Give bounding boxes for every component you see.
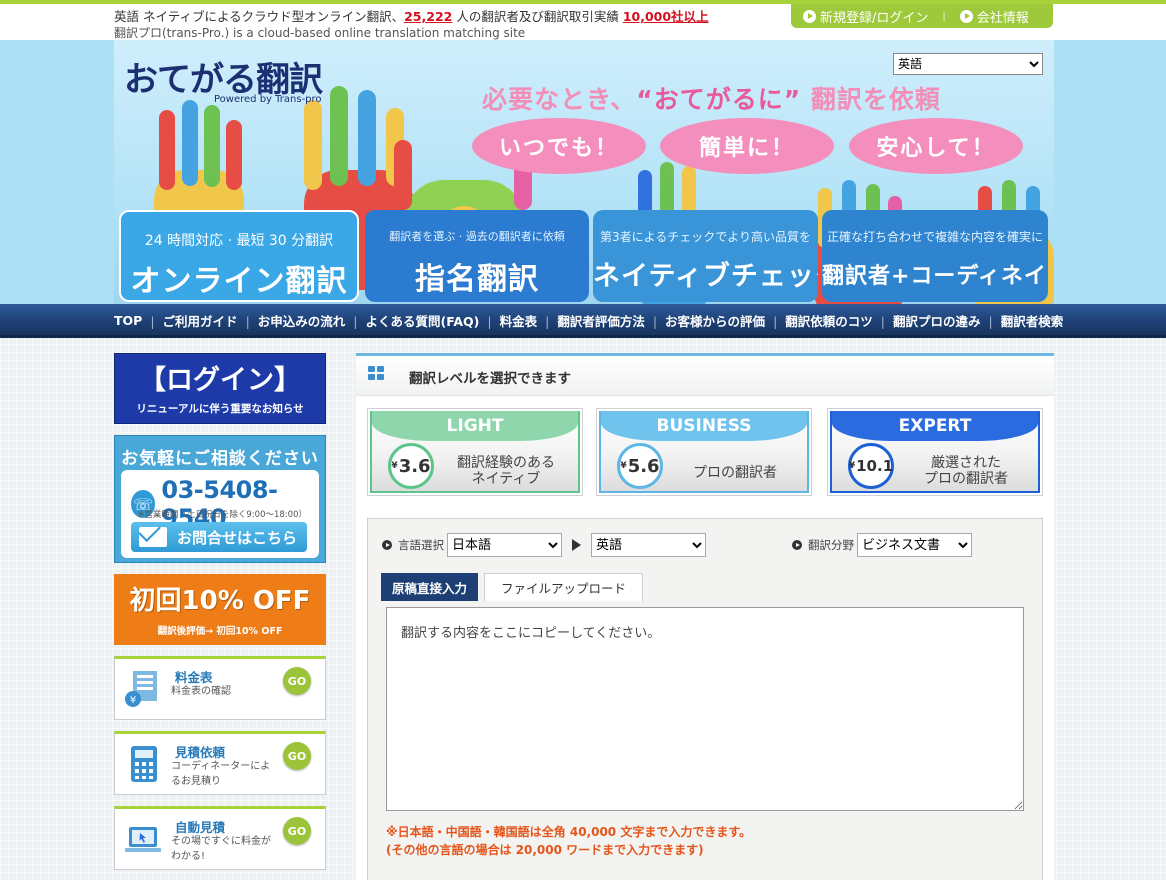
first-order-discount-banner[interactable]: 初回10% OFF 翻訳後評価→ 初回10% OFF [114, 574, 326, 645]
panel-title: 翻訳レベルを選択できます [409, 371, 571, 387]
nav-top[interactable]: TOP [114, 313, 142, 328]
translator-count[interactable]: 25,222 [404, 9, 452, 24]
bullet-arrow-icon [382, 540, 392, 550]
nav-evaluation[interactable]: 翻訳者評価方法 [537, 311, 645, 330]
go-button[interactable]: GO [283, 817, 311, 845]
business-hours: ※営業時間（土日祝日を除く9:00～18:00） [137, 510, 307, 520]
level-light-card[interactable]: LIGHT ¥3.6 翻訳経験のある ネイティブ [367, 408, 583, 496]
top-links: 新規登録/ログイン | 会社情報 [791, 4, 1053, 28]
sidebar-box-pricing[interactable]: ¥ 料金表 料金表の確認 GO [114, 656, 326, 720]
calculator-icon [131, 746, 157, 782]
service-nominated-translation[interactable]: 翻訳者を選ぶ · 過去の翻訳者に依頼 指名翻訳 [365, 210, 589, 302]
register-login-link[interactable]: 新規登録/ログイン [803, 7, 928, 26]
nav-tips[interactable]: 翻訳依頼のコツ [765, 311, 873, 330]
input-tabs: 原稿直接入力 ファイルアップロード [381, 573, 644, 601]
level-name: EXPERT [832, 411, 1038, 441]
field-select-label: 翻訳分野 [792, 537, 854, 553]
price-list-icon: ¥ [125, 671, 157, 707]
divider: | [942, 10, 946, 22]
sidebar-box-auto-estimate[interactable]: 自動見積 その場ですぐに料金がわかる! GO [114, 806, 326, 870]
tab-file-upload[interactable]: ファイルアップロード [484, 573, 644, 601]
level-expert-card[interactable]: EXPERT ¥10.1 厳選された プロの翻訳者 [827, 408, 1043, 496]
site-description: 翻訳プロ(trans-Pro.) is a cloud-based online… [114, 26, 526, 40]
price-coin: ¥3.6 [388, 443, 434, 489]
translation-form: 言語選択 日本語 英語 翻訳分野 ビジネス文書 原稿直接入力 ファイルアップロー… [367, 518, 1043, 880]
arrow-right-icon [572, 539, 581, 551]
contact-button[interactable]: お問合せはこちら [131, 522, 307, 552]
level-name: BUSINESS [601, 411, 807, 441]
level-business-card[interactable]: BUSINESS ¥5.6 プロの翻訳者 [596, 408, 812, 496]
company-info-link[interactable]: 会社情報 [959, 7, 1029, 26]
price-coin: ¥5.6 [617, 443, 663, 489]
grid-icon [368, 366, 385, 380]
target-language-select[interactable]: 英語 [591, 533, 706, 557]
hero-inner: おてがる翻訳 Powered by Trans-pro 英語 必要なとき、“おて… [114, 40, 1054, 304]
nav-pricing[interactable]: 料金表 [479, 311, 538, 330]
input-limit-note: ※日本語・中国語・韓国語は全角 40,000 文字まで入力できます。 (その他の… [386, 825, 752, 857]
source-language-select[interactable]: 日本語 [447, 533, 562, 557]
global-nav: TOP ご利用ガイド お申込みの流れ よくある質問(FAQ) 料金表 翻訳者評価… [0, 304, 1166, 338]
nav-reviews[interactable]: お客様からの評価 [645, 311, 765, 330]
site-logo[interactable]: おてがる翻訳 Powered by Trans-pro [124, 52, 323, 105]
pill-secure: 安心して！ [849, 118, 1023, 174]
nav-guide[interactable]: ご利用ガイド [142, 311, 238, 330]
company-count[interactable]: 10,000社以上 [623, 9, 709, 24]
sidebar: 【ログイン】 リニューアルに伴う重要なお知らせ お気軽にご相談ください ☏ 03… [114, 353, 326, 870]
level-description: 厳選された プロの翻訳者 [924, 455, 1008, 488]
bullet-arrow-icon [792, 540, 802, 550]
price-coin: ¥10.1 [848, 443, 894, 489]
nav-flow[interactable]: お申込みの流れ [238, 311, 346, 330]
site-language-select[interactable]: 英語 [893, 53, 1043, 75]
nav-translator-search[interactable]: 翻訳者検索 [981, 311, 1064, 330]
tab-direct-input[interactable]: 原稿直接入力 [381, 573, 479, 601]
pill-anytime: いつでも！ [472, 118, 646, 174]
svg-text:¥: ¥ [130, 695, 136, 706]
go-button[interactable]: GO [283, 667, 311, 695]
panel-header: 翻訳レベルを選択できます [356, 356, 1054, 396]
pill-easy: 簡単に！ [660, 118, 834, 174]
service-online-translation[interactable]: 24 時間対応 · 最短 30 分翻訳 オンライン翻訳 [119, 210, 359, 302]
go-button[interactable]: GO [283, 742, 311, 770]
level-description: 翻訳経験のある ネイティブ [457, 455, 555, 488]
hero-banner: おてがる翻訳 Powered by Trans-pro 英語 必要なとき、“おて… [0, 40, 1166, 304]
service-coordinate[interactable]: 正確な打ち合わせで複雑な内容を確実に 翻訳者+コーディネイト [822, 210, 1048, 302]
arrow-circle-icon [803, 9, 816, 23]
login-banner[interactable]: 【ログイン】 リニューアルに伴う重要なお知らせ [114, 353, 326, 424]
mail-icon [139, 527, 167, 547]
contact-banner: お気軽にご相談ください ☏ 03-5408-9540 ※営業時間（土日祝日を除く… [114, 435, 326, 563]
tagline-text-mid: 人の翻訳者及び翻訳取引実績 [452, 9, 623, 24]
translation-field-select[interactable]: ビジネス文書 [857, 533, 972, 557]
contact-panel: ☏ 03-5408-9540 ※営業時間（土日祝日を除く9:00～18:00） … [121, 470, 319, 558]
nav-faq[interactable]: よくある質問(FAQ) [345, 311, 480, 330]
sidebar-box-estimate-request[interactable]: 見積依頼 コーディネーターによるお見積り GO [114, 731, 326, 795]
catch-copy: 必要なとき、“おてがるに” 翻訳を依頼 [482, 85, 941, 114]
level-card-inner: LIGHT ¥3.6 翻訳経験のある ネイティブ [370, 411, 580, 493]
nav-difference[interactable]: 翻訳プロの違み [873, 311, 981, 330]
service-native-check[interactable]: 第3者によるチェックでより高い品質を ネイティブチェック [593, 210, 818, 302]
level-card-inner: EXPERT ¥10.1 厳選された プロの翻訳者 [830, 411, 1040, 493]
language-select-label: 言語選択 [382, 537, 444, 553]
laptop-icon [125, 827, 161, 852]
main-panel: 翻訳レベルを選択できます LIGHT ¥3.6 翻訳経験のある ネイティブ BUS… [356, 353, 1054, 880]
level-name: LIGHT [372, 411, 578, 441]
arrow-circle-icon [959, 9, 973, 23]
tagline-text: 英語 ネイティブによるクラウド型オンライン翻訳、 [114, 9, 405, 24]
top-bar: 英語 ネイティブによるクラウド型オンライン翻訳、25,222 人の翻訳者及び翻訳… [0, 0, 1166, 40]
tagline: 英語 ネイティブによるクラウド型オンライン翻訳、25,222 人の翻訳者及び翻訳… [114, 6, 709, 25]
level-description: プロの翻訳者 [693, 465, 777, 481]
level-card-inner: BUSINESS ¥5.6 プロの翻訳者 [599, 411, 809, 493]
source-text-input[interactable] [386, 607, 1024, 811]
